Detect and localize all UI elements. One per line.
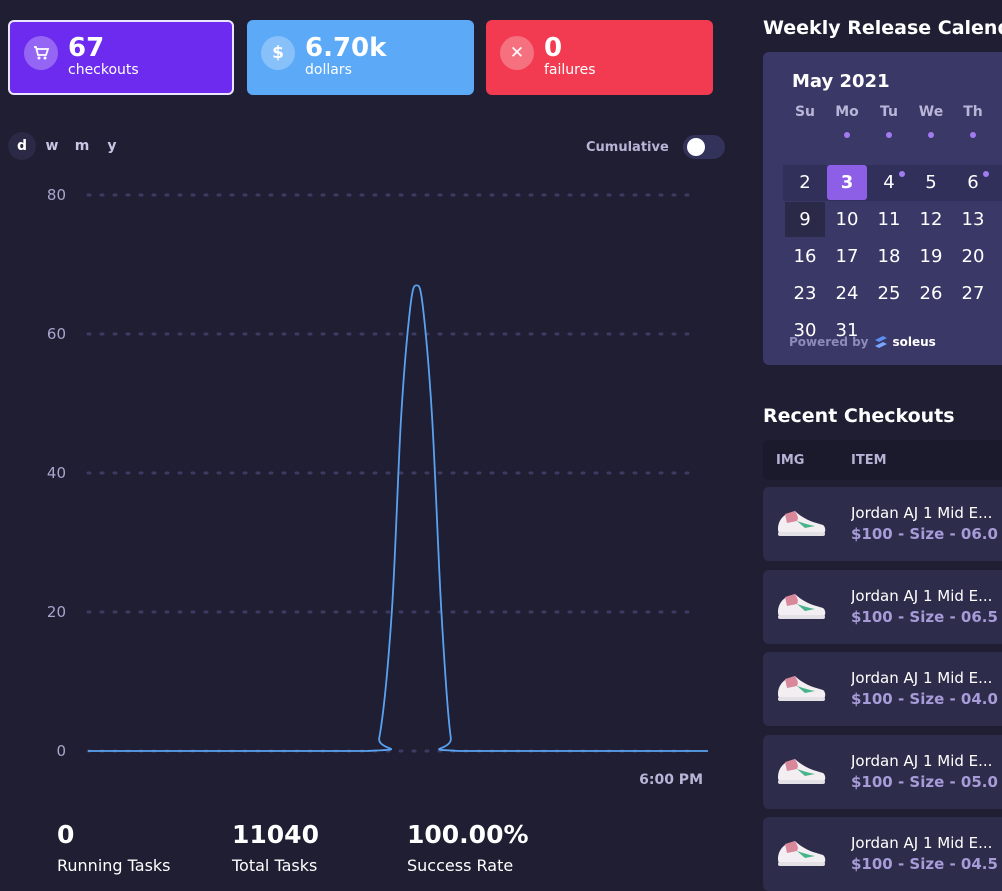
calendar-day-19[interactable]: 19 (911, 239, 951, 274)
y-tick-label: 80 (47, 186, 66, 204)
checkout-row[interactable]: Jordan AJ 1 Mid E... $100 - Size - 06.0 (763, 487, 1002, 561)
range-tabs: d w m y (8, 132, 126, 160)
release-dot (844, 132, 850, 138)
checkouts-card[interactable]: 67 checkouts (8, 20, 234, 95)
release-dot (970, 132, 976, 138)
powered-by: Powered by soleus (789, 335, 936, 349)
release-dot (983, 171, 989, 177)
calendar-day-11[interactable]: 11 (869, 202, 909, 237)
item-name: Jordan AJ 1 Mid E... (851, 587, 993, 605)
success-rate-value: 100.00% (407, 820, 529, 849)
running-tasks-stat: 0 Running Tasks (57, 820, 171, 875)
dollars-card[interactable]: $ 6.70k dollars (247, 20, 474, 95)
powered-by-label: Powered by (789, 335, 869, 349)
calendar-day-3[interactable]: 3 (827, 165, 867, 200)
sneaker-thumbnail (775, 672, 827, 708)
release-calendar: May 2021 Su Mo Tu We Th 2 3 4 5 6 9 10 11 12 13 16 17 18 1… (763, 52, 1002, 365)
calendar-day-20[interactable]: 20 (953, 239, 993, 274)
calendar-day-26[interactable]: 26 (911, 276, 951, 311)
soleus-brand: soleus (892, 335, 936, 349)
item-meta: $100 - Size - 04.5 (851, 855, 998, 873)
calendar-day-9[interactable]: 9 (785, 202, 825, 237)
failures-card[interactable]: ✕ 0 failures (486, 20, 713, 95)
x-tick-label: 6:00 PM (639, 772, 703, 788)
series-line (88, 284, 708, 752)
close-icon: ✕ (500, 35, 534, 70)
dow-tu: Tu (880, 104, 898, 120)
tab-year[interactable]: y (98, 132, 126, 160)
total-tasks-label: Total Tasks (232, 856, 318, 875)
sneaker-thumbnail (775, 507, 827, 543)
tab-month[interactable]: m (68, 132, 96, 160)
tab-week[interactable]: w (38, 132, 66, 160)
sneaker-thumbnail (775, 837, 827, 873)
calendar-day-27[interactable]: 27 (953, 276, 993, 311)
item-meta: $100 - Size - 05.0 (851, 773, 998, 791)
dollar-icon: $ (261, 35, 295, 70)
toggle-knob (686, 138, 705, 156)
running-tasks-value: 0 (57, 820, 75, 849)
failures-value: 0 (544, 32, 563, 63)
col-item: ITEM (851, 452, 887, 468)
dow-mo: Mo (835, 104, 859, 120)
item-name: Jordan AJ 1 Mid E... (851, 834, 993, 852)
calendar-day-12[interactable]: 12 (911, 202, 951, 237)
cumulative-control: Cumulative (586, 135, 725, 159)
calendar-day-17[interactable]: 17 (827, 239, 867, 274)
calendar-day-25[interactable]: 25 (869, 276, 909, 311)
y-tick-label: 0 (56, 742, 66, 760)
release-dot (928, 132, 934, 138)
dow-su: Su (794, 104, 816, 120)
soleus-logo-icon (874, 336, 887, 348)
checkouts-chart: 0 20 40 60 80 6:00 PM (47, 186, 708, 788)
sneaker-thumbnail (775, 590, 827, 626)
col-img: IMG (776, 452, 805, 468)
failures-label: failures (544, 61, 596, 78)
calendar-month: May 2021 (792, 71, 890, 92)
calendar-title: Weekly Release Calendar (763, 17, 1002, 39)
checkout-row[interactable]: Jordan AJ 1 Mid E... $100 - Size - 05.0 (763, 735, 1002, 809)
checkout-row[interactable]: Jordan AJ 1 Mid E... $100 - Size - 04.5 (763, 817, 1002, 891)
success-rate-stat: 100.00% Success Rate (407, 820, 529, 875)
total-tasks-stat: 11040 Total Tasks (232, 820, 319, 875)
success-rate-label: Success Rate (407, 856, 514, 875)
checkouts-label: checkouts (68, 61, 139, 78)
cumulative-toggle[interactable] (682, 135, 725, 159)
y-tick-label: 40 (47, 464, 66, 482)
calendar-day-18[interactable]: 18 (869, 239, 909, 274)
item-name: Jordan AJ 1 Mid E... (851, 752, 993, 770)
recent-checkouts-header: IMG ITEM (763, 440, 1002, 480)
item-meta: $100 - Size - 04.0 (851, 690, 998, 708)
dollars-label: dollars (305, 61, 352, 78)
item-name: Jordan AJ 1 Mid E... (851, 669, 993, 687)
dow-we: We (918, 104, 944, 120)
cart-icon (24, 35, 58, 70)
y-tick-label: 60 (47, 325, 66, 343)
tab-day[interactable]: d (8, 132, 36, 160)
dollars-value: 6.70k (305, 32, 387, 63)
checkout-row[interactable]: Jordan AJ 1 Mid E... $100 - Size - 04.0 (763, 652, 1002, 726)
checkout-row[interactable]: Jordan AJ 1 Mid E... $100 - Size - 06.5 (763, 570, 1002, 644)
y-tick-label: 20 (47, 603, 66, 621)
calendar-day-2[interactable]: 2 (785, 165, 825, 200)
calendar-day-13[interactable]: 13 (953, 202, 993, 237)
release-dot (899, 171, 905, 177)
total-tasks-value: 11040 (232, 820, 319, 849)
calendar-day-16[interactable]: 16 (785, 239, 825, 274)
calendar-day-23[interactable]: 23 (785, 276, 825, 311)
cumulative-label: Cumulative (586, 139, 669, 155)
running-tasks-label: Running Tasks (57, 856, 171, 875)
calendar-day-5[interactable]: 5 (911, 165, 951, 200)
checkouts-value: 67 (68, 32, 105, 63)
recent-checkouts-title: Recent Checkouts (763, 405, 955, 427)
item-meta: $100 - Size - 06.5 (851, 608, 998, 626)
item-name: Jordan AJ 1 Mid E... (851, 504, 993, 522)
dow-th: Th (963, 104, 983, 120)
sneaker-thumbnail (775, 755, 827, 791)
calendar-day-10[interactable]: 10 (827, 202, 867, 237)
calendar-day-24[interactable]: 24 (827, 276, 867, 311)
release-dot (886, 132, 892, 138)
dashboard: 67 checkouts $ 6.70k dollars ✕ 0 failure… (0, 0, 1002, 891)
item-meta: $100 - Size - 06.0 (851, 525, 998, 543)
